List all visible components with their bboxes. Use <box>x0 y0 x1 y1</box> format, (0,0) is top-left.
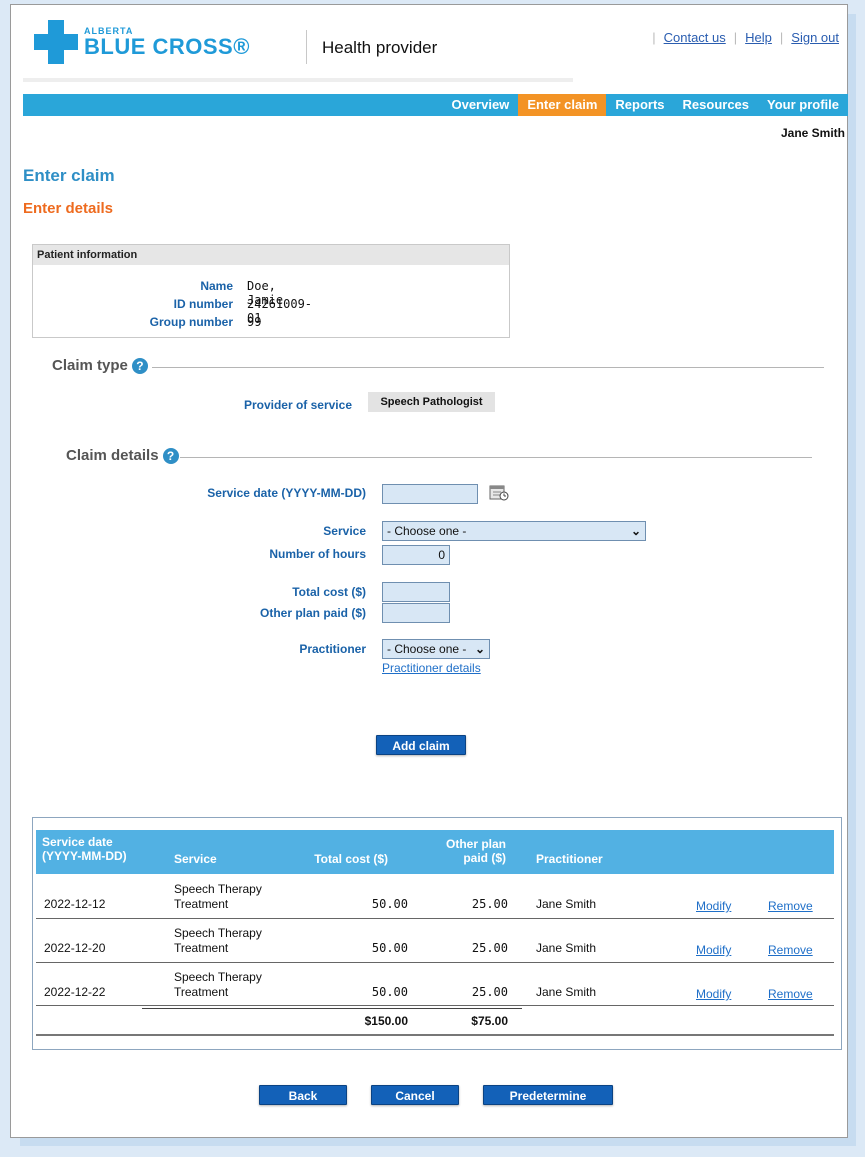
col-other-plan: Other plan paid ($) <box>445 837 506 865</box>
main-nav: Overview Enter claim Reports Resources Y… <box>23 94 848 116</box>
remove-link[interactable]: Remove <box>768 943 813 957</box>
other-plan-label: Other plan paid ($) <box>259 606 366 620</box>
totals-rule <box>36 1034 834 1036</box>
totals-top-rule <box>142 1008 522 1009</box>
nav-enter-claim[interactable]: Enter claim <box>518 94 607 116</box>
back-button[interactable]: Back <box>259 1085 347 1105</box>
practitioner-details-link[interactable]: Practitioner details <box>382 661 481 675</box>
modify-link[interactable]: Modify <box>696 987 731 1001</box>
brand-name: BLUE CROSS® <box>84 33 250 59</box>
row-divider <box>36 918 834 919</box>
hours-input[interactable]: 0 <box>382 545 450 565</box>
id-label: ID number <box>173 297 233 311</box>
nav-overview[interactable]: Overview <box>442 94 518 116</box>
remove-link[interactable]: Remove <box>768 987 813 1001</box>
practitioner-selected-value: - Choose one - <box>387 642 467 656</box>
row-service: Speech Therapy Treatment <box>174 926 262 955</box>
add-claim-button[interactable]: Add claim <box>376 735 466 755</box>
table-row: 2022-12-20 Speech Therapy Treatment 50.0… <box>36 920 834 964</box>
provider-value: Speech Pathologist <box>368 392 495 412</box>
service-date-label: Service date (YYYY-MM-DD) <box>207 486 366 500</box>
contact-us-link[interactable]: Contact us <box>664 30 726 45</box>
alberta-blue-cross-logo[interactable]: ALBERTA BLUE CROSS® <box>34 20 250 64</box>
claim-type-title: Claim type <box>52 357 128 374</box>
modify-link[interactable]: Modify <box>696 943 731 957</box>
hours-label: Number of hours <box>269 547 366 561</box>
header-rule <box>23 78 573 82</box>
col-service-date: Service date (YYYY-MM-DD) <box>42 835 127 863</box>
row-total: 50.00 <box>371 941 408 955</box>
row-other: 25.00 <box>471 941 508 955</box>
patient-group: 99 <box>247 315 262 329</box>
col-practitioner: Practitioner <box>536 852 603 866</box>
row-divider <box>36 1005 834 1006</box>
group-label: Group number <box>149 315 233 329</box>
row-date: 2022-12-20 <box>44 941 106 955</box>
service-select[interactable]: - Choose one - ⌄ <box>382 521 646 541</box>
provider-label: Provider of service <box>243 398 352 412</box>
service-selected-value: - Choose one - <box>387 524 467 538</box>
row-divider <box>36 962 834 963</box>
site-title: Health provider <box>322 38 438 57</box>
row-other: 25.00 <box>471 985 508 999</box>
total-cost-input[interactable] <box>382 582 450 602</box>
row-practitioner: Jane Smith <box>536 941 597 955</box>
page-subtitle: Enter details <box>23 200 114 217</box>
practitioner-label: Practitioner <box>299 642 366 656</box>
nav-resources[interactable]: Resources <box>674 94 758 116</box>
claim-type-heading: Claim type? <box>52 357 148 375</box>
table-row: 2022-12-12 Speech Therapy Treatment 50.0… <box>36 876 834 920</box>
header-divider <box>306 30 307 64</box>
predetermine-button[interactable]: Predetermine <box>483 1085 613 1105</box>
nav-reports[interactable]: Reports <box>606 94 673 116</box>
claim-details-heading: Claim details? <box>66 447 179 465</box>
total-cost-label: Total cost ($) <box>292 585 366 599</box>
remove-link[interactable]: Remove <box>768 899 813 913</box>
calendar-icon[interactable] <box>489 484 509 502</box>
claim-details-title: Claim details <box>66 447 159 464</box>
service-date-input[interactable] <box>382 484 478 504</box>
claim-type-rule <box>152 367 824 368</box>
col-total-cost: Total cost ($) <box>314 852 388 866</box>
claim-details-rule <box>180 457 812 458</box>
help-icon[interactable]: ? <box>131 358 148 375</box>
row-date: 2022-12-22 <box>44 985 106 999</box>
nav-your-profile[interactable]: Your profile <box>758 94 848 116</box>
table-row: 2022-12-22 Speech Therapy Treatment 50.0… <box>36 964 834 1008</box>
cancel-button[interactable]: Cancel <box>371 1085 459 1105</box>
patient-info-box: Patient information Name Doe, Jamie ID n… <box>32 244 510 338</box>
chevron-down-icon: ⌄ <box>630 524 641 538</box>
row-total: 50.00 <box>371 897 408 911</box>
service-label: Service <box>323 524 366 538</box>
other-plan-sum: $75.00 <box>471 1014 508 1028</box>
chevron-down-icon: ⌄ <box>474 642 485 656</box>
row-date: 2022-12-12 <box>44 897 106 911</box>
user-name: Jane Smith <box>780 126 845 140</box>
row-service: Speech Therapy Treatment <box>174 882 262 911</box>
utility-links: | Contact us | Help | Sign out <box>652 30 839 45</box>
row-service: Speech Therapy Treatment <box>174 970 262 999</box>
col-service: Service <box>174 852 217 866</box>
other-plan-input[interactable] <box>382 603 450 623</box>
row-total: 50.00 <box>371 985 408 999</box>
claims-table-header: Service date (YYYY-MM-DD) Service Total … <box>36 830 834 874</box>
name-label: Name <box>200 279 233 293</box>
totals-row: $150.00 $75.00 <box>36 1008 834 1034</box>
sign-out-link[interactable]: Sign out <box>791 30 839 45</box>
page-title: Enter claim <box>23 166 115 185</box>
patient-info-header: Patient information <box>33 245 509 265</box>
row-practitioner: Jane Smith <box>536 985 597 999</box>
help-icon[interactable]: ? <box>162 448 179 465</box>
total-cost-sum: $150.00 <box>364 1014 408 1028</box>
help-link[interactable]: Help <box>745 30 772 45</box>
row-other: 25.00 <box>471 897 508 911</box>
modify-link[interactable]: Modify <box>696 899 731 913</box>
cross-icon <box>34 20 78 64</box>
row-practitioner: Jane Smith <box>536 897 597 911</box>
practitioner-select[interactable]: - Choose one - ⌄ <box>382 639 490 659</box>
